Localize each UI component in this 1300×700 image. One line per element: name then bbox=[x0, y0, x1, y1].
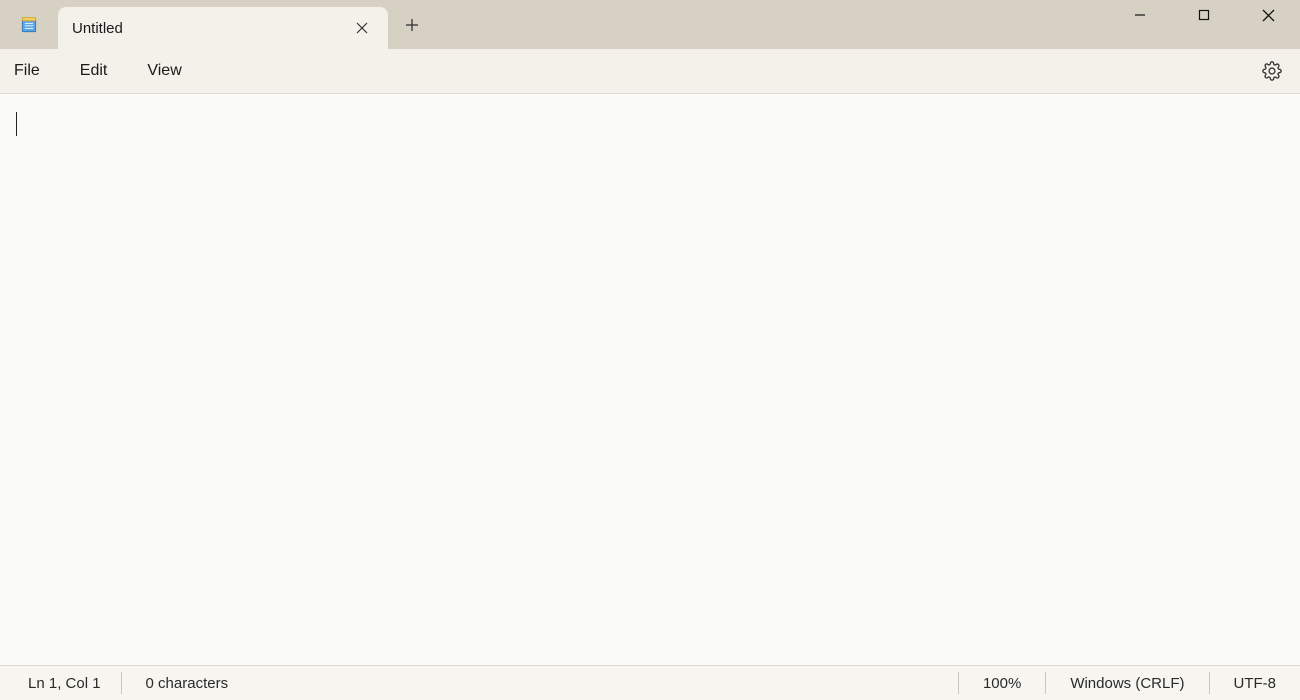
status-characters: 0 characters bbox=[121, 672, 253, 694]
close-icon bbox=[1262, 9, 1275, 22]
text-editor[interactable] bbox=[0, 94, 1300, 665]
close-window-button[interactable] bbox=[1236, 0, 1300, 30]
app-icon bbox=[0, 0, 58, 49]
status-cursor-position[interactable]: Ln 1, Col 1 bbox=[28, 672, 121, 694]
menu-edit[interactable]: Edit bbox=[80, 56, 108, 86]
text-cursor bbox=[16, 112, 17, 136]
maximize-icon bbox=[1198, 9, 1210, 21]
notepad-icon bbox=[19, 15, 39, 35]
title-bar: Untitled bbox=[0, 0, 1300, 49]
close-icon bbox=[356, 22, 368, 34]
tab-close-button[interactable] bbox=[350, 16, 374, 40]
gear-icon bbox=[1262, 61, 1282, 81]
tab-title: Untitled bbox=[72, 20, 350, 37]
minimize-icon bbox=[1134, 9, 1146, 21]
new-tab-button[interactable] bbox=[388, 0, 436, 49]
settings-button[interactable] bbox=[1258, 57, 1286, 85]
plus-icon bbox=[405, 18, 419, 32]
status-zoom[interactable]: 100% bbox=[958, 672, 1045, 694]
status-encoding[interactable]: UTF-8 bbox=[1209, 672, 1300, 694]
menu-bar: File Edit View bbox=[0, 49, 1300, 94]
status-bar: Ln 1, Col 1 0 characters 100% Windows (C… bbox=[0, 665, 1300, 700]
maximize-button[interactable] bbox=[1172, 0, 1236, 30]
status-line-ending[interactable]: Windows (CRLF) bbox=[1045, 672, 1208, 694]
menu-view[interactable]: View bbox=[147, 56, 181, 86]
tab-active[interactable]: Untitled bbox=[58, 7, 388, 49]
menu-file[interactable]: File bbox=[14, 56, 40, 86]
window-controls bbox=[1108, 0, 1300, 30]
minimize-button[interactable] bbox=[1108, 0, 1172, 30]
